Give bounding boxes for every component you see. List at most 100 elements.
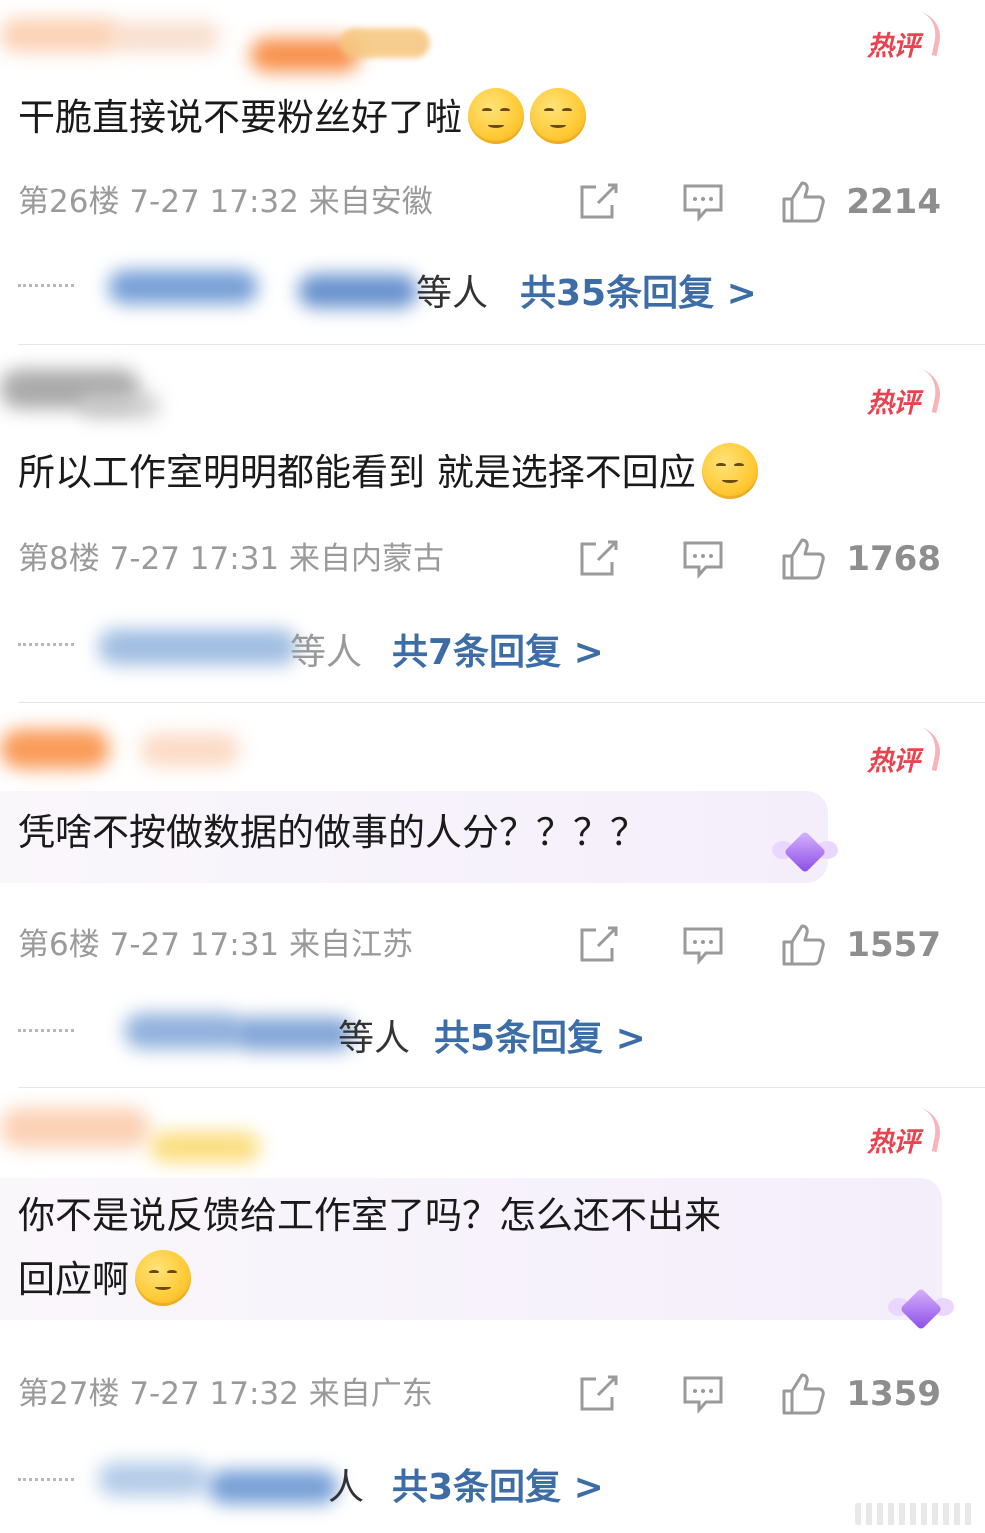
hot-swoosh-icon [911, 368, 945, 414]
location: 来自广东 [308, 1376, 433, 1412]
comment-text: 凭啥不按做数据的做事的人分？？？？ [18, 801, 647, 865]
comment-button[interactable] [682, 925, 724, 965]
comment-icon [683, 927, 723, 965]
blurred-username[interactable] [0, 345, 460, 419]
share-button[interactable] [578, 538, 620, 580]
comment-button[interactable] [682, 182, 724, 222]
blurred-username[interactable] [0, 1088, 460, 1162]
view-replies-link[interactable]: 共7条回复 > [392, 623, 604, 675]
comment-button[interactable] [682, 1374, 724, 1414]
like-button[interactable]: 1768 [780, 536, 941, 582]
melting-face-icon [701, 442, 758, 499]
shushing-face-icon [530, 87, 586, 144]
location: 来自内蒙古 [289, 541, 444, 577]
thumbs-up-icon [782, 181, 826, 223]
comment-actions: 1768 [578, 537, 941, 581]
comment-content: 凭啥不按做数据的做事的人分？？？？ [18, 811, 647, 854]
dots-icon [18, 1029, 74, 1033]
comment-content: 干脆直接说不要粉丝好了啦 [18, 96, 462, 139]
floor-number: 第6楼 [18, 927, 100, 963]
blurred-reply-names [114, 1007, 364, 1057]
thumbs-up-icon [782, 1373, 826, 1415]
reply-preview[interactable]: 等人 共5条回复 > [18, 1007, 918, 1059]
blurred-reply-names [98, 262, 428, 312]
share-button[interactable] [578, 924, 620, 966]
floor-number: 第27楼 [18, 1376, 120, 1412]
comment-content: 所以工作室明明都能看到 就是选择不回应 [18, 451, 696, 494]
blurred-username[interactable] [0, 703, 460, 773]
reply-preview[interactable]: 等人 共7条回复 > [18, 621, 918, 673]
timestamp: 7-27 17:32 [129, 184, 299, 220]
share-button[interactable] [578, 181, 620, 223]
view-replies-link[interactable]: 共5条回复 > [434, 1009, 646, 1061]
timestamp: 7-27 17:32 [129, 1376, 299, 1412]
share-icon [580, 926, 618, 962]
blurred-reply-names [88, 621, 308, 671]
hot-label: 热评 [867, 1127, 920, 1158]
comment-content-line2: 回应啊 [18, 1258, 129, 1301]
floor-number: 第26楼 [18, 184, 120, 220]
like-button[interactable]: 1557 [780, 922, 941, 968]
reply-preview[interactable]: 人 共3条回复 > [18, 1456, 918, 1508]
comment-meta: 第6楼 7-27 17:31 来自江苏 [18, 925, 413, 965]
reply-preview[interactable]: 等人 共35条回复 > [18, 262, 918, 314]
dots-icon [18, 643, 74, 647]
comment-icon [683, 1376, 723, 1414]
share-icon [580, 1375, 618, 1411]
comment-icon [683, 541, 723, 579]
comment-text: 你不是说反馈给工作室了吗？怎么还不出来 回应啊 [18, 1184, 721, 1312]
timestamp: 7-27 17:31 [109, 541, 280, 577]
thumbs-up-icon [782, 924, 826, 966]
hot-label: 热评 [867, 746, 920, 777]
hot-swoosh-icon [911, 726, 945, 772]
comment-actions: 1557 [578, 923, 941, 967]
comment-button[interactable] [682, 539, 724, 579]
comment-actions: 1359 [578, 1372, 941, 1416]
like-count: 1557 [846, 925, 941, 965]
view-replies-link[interactable]: 共3条回复 > [392, 1458, 604, 1510]
like-count: 2214 [846, 182, 941, 222]
comment-actions: 2214 [578, 180, 941, 224]
comment-meta: 第8楼 7-27 17:31 来自内蒙古 [18, 539, 444, 579]
blurred-username[interactable] [0, 0, 460, 72]
view-replies-link[interactable]: 共35条回复 > [520, 264, 757, 316]
timestamp: 7-27 17:31 [109, 927, 280, 963]
thumbs-up-icon [782, 538, 826, 580]
hot-comment-badge: 热评 [861, 11, 945, 62]
hot-swoosh-icon [911, 1107, 945, 1153]
comment-text: 所以工作室明明都能看到 就是选择不回应 [18, 441, 758, 505]
shushing-face-icon [468, 87, 524, 144]
comment-card: 热评 所以工作室明明都能看到 就是选择不回应 第8楼 7-27 17:31 来自… [0, 345, 985, 702]
hot-comment-badge: 热评 [861, 368, 945, 419]
vip-gem-icon [886, 1284, 956, 1334]
like-button[interactable]: 2214 [780, 179, 941, 225]
like-count: 1768 [846, 539, 941, 579]
share-icon [580, 540, 618, 576]
hot-comment-badge: 热评 [861, 726, 945, 777]
comment-icon [683, 184, 723, 222]
watermark [855, 1503, 975, 1525]
reply-suffix: 等人 [338, 1018, 411, 1059]
floor-number: 第8楼 [18, 541, 100, 577]
reply-suffix: 人 [328, 1467, 365, 1508]
reply-suffix: 等人 [290, 632, 363, 673]
confused-face-icon [135, 1249, 191, 1306]
comment-meta: 第26楼 7-27 17:32 来自安徽 [18, 182, 433, 222]
comment-text: 干脆直接说不要粉丝好了啦 [18, 86, 586, 150]
location: 来自安徽 [308, 184, 433, 220]
blurred-reply-names [88, 1456, 348, 1506]
vip-gem-icon [770, 827, 840, 877]
location: 来自江苏 [289, 927, 413, 963]
comment-meta: 第27楼 7-27 17:32 来自广东 [18, 1374, 433, 1414]
comment-card: 热评 凭啥不按做数据的做事的人分？？？？ 第6楼 7-27 17:31 来自江苏… [0, 703, 985, 1087]
hot-label: 热评 [867, 388, 920, 419]
hot-swoosh-icon [911, 11, 945, 57]
dots-icon [18, 284, 74, 288]
comment-card: 热评 你不是说反馈给工作室了吗？怎么还不出来 回应啊 第27楼 7-27 17:… [0, 1088, 985, 1533]
share-icon [580, 183, 618, 219]
hot-label: 热评 [867, 31, 920, 62]
like-count: 1359 [846, 1374, 941, 1414]
dots-icon [18, 1478, 74, 1482]
like-button[interactable]: 1359 [780, 1371, 941, 1417]
share-button[interactable] [578, 1373, 620, 1415]
